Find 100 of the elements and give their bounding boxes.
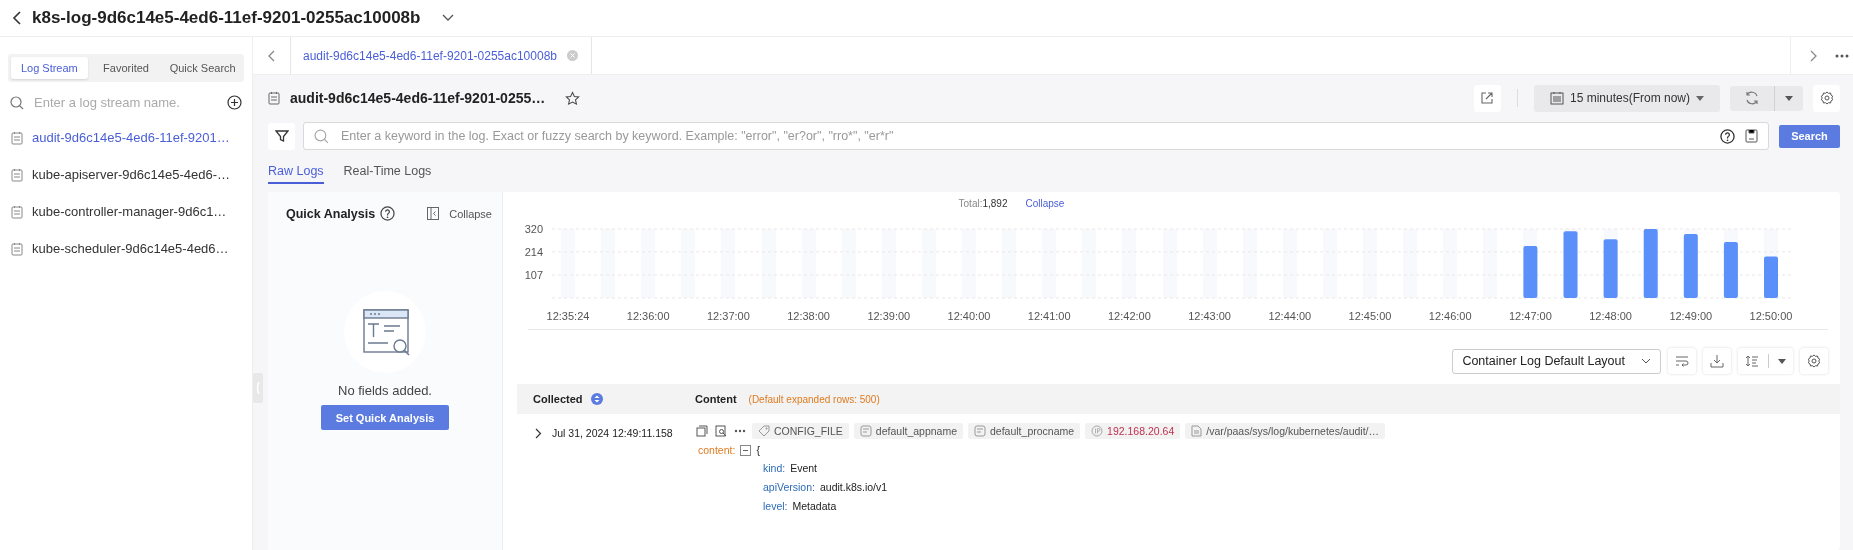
file-icon <box>1191 425 1203 437</box>
sidebar-tab[interactable]: Quick Search <box>164 57 241 79</box>
x-axis-label: 12:46:00 <box>1428 310 1472 322</box>
empty-message: No fields added. <box>338 383 432 398</box>
field-value: audit.k8s.io/v1 <box>819 480 888 493</box>
x-axis-label: 12:35:24 <box>546 310 590 322</box>
x-axis-label: 12:36:00 <box>626 310 670 322</box>
histogram-bar <box>1563 231 1578 298</box>
document-icon <box>268 91 280 105</box>
document-icon <box>11 204 23 219</box>
x-axis-label: 12:37:00 <box>707 310 750 322</box>
settings-button[interactable] <box>1800 348 1828 374</box>
document-icon <box>11 241 23 256</box>
collapse-icon[interactable] <box>740 444 752 456</box>
document-icon <box>11 167 23 182</box>
caret-icon <box>1785 95 1793 101</box>
app-icon <box>974 425 986 437</box>
settings-icon <box>1819 91 1834 105</box>
wrap-icon <box>1675 355 1689 367</box>
sort-icon <box>1745 355 1759 367</box>
star-icon[interactable] <box>565 90 581 106</box>
histogram-bar <box>1523 246 1538 298</box>
log-stream-item[interactable]: audit-9d6c14e5-4ed6-11ef-9201… <box>8 119 244 156</box>
settings-icon <box>1807 354 1821 368</box>
field-value: { <box>756 444 760 456</box>
chevron-down-icon <box>1641 358 1651 364</box>
x-axis-label: 12:41:00 <box>1027 310 1071 322</box>
time-range-button[interactable]: 15 minutes(From now) <box>1533 84 1720 112</box>
sort-icon[interactable] <box>590 393 603 405</box>
x-axis-label: 12:48:00 <box>1589 310 1632 322</box>
view-tab[interactable]: Real-Time Logs <box>343 158 432 184</box>
caret-icon <box>1696 95 1704 101</box>
log-tag: CONFIG_FILE <box>752 423 849 439</box>
help-icon[interactable] <box>1720 128 1735 144</box>
more-icon <box>734 429 746 433</box>
document-icon <box>11 130 23 145</box>
panel-collapse-icon <box>427 207 440 220</box>
set-quick-analysis-button[interactable]: Set Quick Analysis <box>321 405 449 430</box>
context-button[interactable] <box>714 424 728 438</box>
sidebar-tab[interactable]: Log Stream <box>11 57 88 79</box>
total-label: Total: <box>958 197 983 209</box>
settings-button[interactable] <box>1813 84 1840 112</box>
page-title: k8s-log-9d6c14e5-4ed6-11ef-9201-0255ac10008b <box>32 8 421 28</box>
histogram-bar <box>1683 233 1698 298</box>
view-tab[interactable]: Raw Logs <box>268 158 324 184</box>
save-icon[interactable] <box>1745 129 1758 143</box>
y-axis-label: 107 <box>524 268 543 281</box>
calendar-icon <box>1549 91 1564 105</box>
y-axis-label: 214 <box>524 245 543 258</box>
x-axis-label: 12:50:00 <box>1749 310 1793 322</box>
x-axis-label: 12:47:00 <box>1509 310 1552 322</box>
add-icon[interactable] <box>227 95 242 110</box>
histogram-bar <box>1603 239 1618 298</box>
log-stream-item[interactable]: kube-controller-manager-9d6c1… <box>8 193 244 230</box>
y-axis-label: 320 <box>524 223 543 235</box>
total-count: 1,892 <box>982 197 1008 209</box>
column-header: Content <box>695 393 737 405</box>
log-time: Jul 31, 2024 12:49:11.158 <box>552 427 673 439</box>
stream-title: audit-9d6c14e5-4ed6-11ef-9201-0255… <box>290 90 546 106</box>
column-header[interactable]: Collected <box>533 393 583 405</box>
expand-icon[interactable] <box>535 427 542 439</box>
scroll-right-icon[interactable] <box>1809 49 1817 62</box>
copy-icon <box>696 425 708 437</box>
x-axis-label: 12:44:00 <box>1268 310 1312 322</box>
chevron-down-icon[interactable] <box>442 14 455 22</box>
help-icon[interactable] <box>380 206 396 221</box>
layout-select[interactable]: Container Log Default Layout <box>1452 348 1661 374</box>
scroll-left-icon[interactable] <box>268 49 276 62</box>
collapse-link[interactable]: Collapse <box>1025 197 1065 209</box>
x-axis-label: 12:38:00 <box>787 310 830 322</box>
log-stream-item[interactable]: kube-scheduler-9d6c14e5-4ed6… <box>8 230 244 267</box>
external-link-icon <box>1480 91 1495 105</box>
search-icon <box>10 95 24 110</box>
column-note: (Default expanded rows: 500) <box>748 393 880 405</box>
histogram-bar <box>1764 256 1778 298</box>
refresh-icon <box>1744 90 1760 106</box>
log-stream-item[interactable]: kube-apiserver-9d6c14e5-4ed6-… <box>8 156 244 193</box>
panel-title: Quick Analysis <box>286 206 376 221</box>
filter-button[interactable] <box>268 122 295 150</box>
ip-icon <box>1091 425 1104 437</box>
more-icon[interactable] <box>1835 53 1849 58</box>
keyword-search-box[interactable]: Enter a keyword in the log. Exact or fuzzy search by keyword. Example: "error", "er?or", "rro*", "er*r" <box>303 122 1769 150</box>
x-axis-label: 12:42:00 <box>1108 310 1151 322</box>
x-axis-label: 12:45:00 <box>1348 310 1392 322</box>
sidebar-tab[interactable]: Favorited <box>87 57 165 79</box>
collapse-button[interactable]: Collapse <box>427 207 492 220</box>
search-icon <box>314 128 329 144</box>
copy-button[interactable] <box>695 424 709 438</box>
back-icon[interactable] <box>12 11 22 25</box>
search-button[interactable]: Search <box>1779 124 1840 148</box>
log-tag: 192.168.20.64 <box>1085 423 1181 439</box>
field-key: kind: <box>763 461 786 474</box>
file-tab[interactable]: audit-9d6c14e5-4ed6-11ef-9201-0255ac10008b <box>290 37 592 74</box>
x-axis-label: 12:43:00 <box>1188 310 1231 322</box>
x-axis-label: 12:39:00 <box>867 310 911 322</box>
caret-icon <box>1778 358 1786 364</box>
document-search-icon <box>715 425 727 437</box>
histogram-bar <box>1723 241 1738 298</box>
field-key: level: <box>763 499 788 512</box>
field-key: apiVersion: <box>763 480 815 493</box>
